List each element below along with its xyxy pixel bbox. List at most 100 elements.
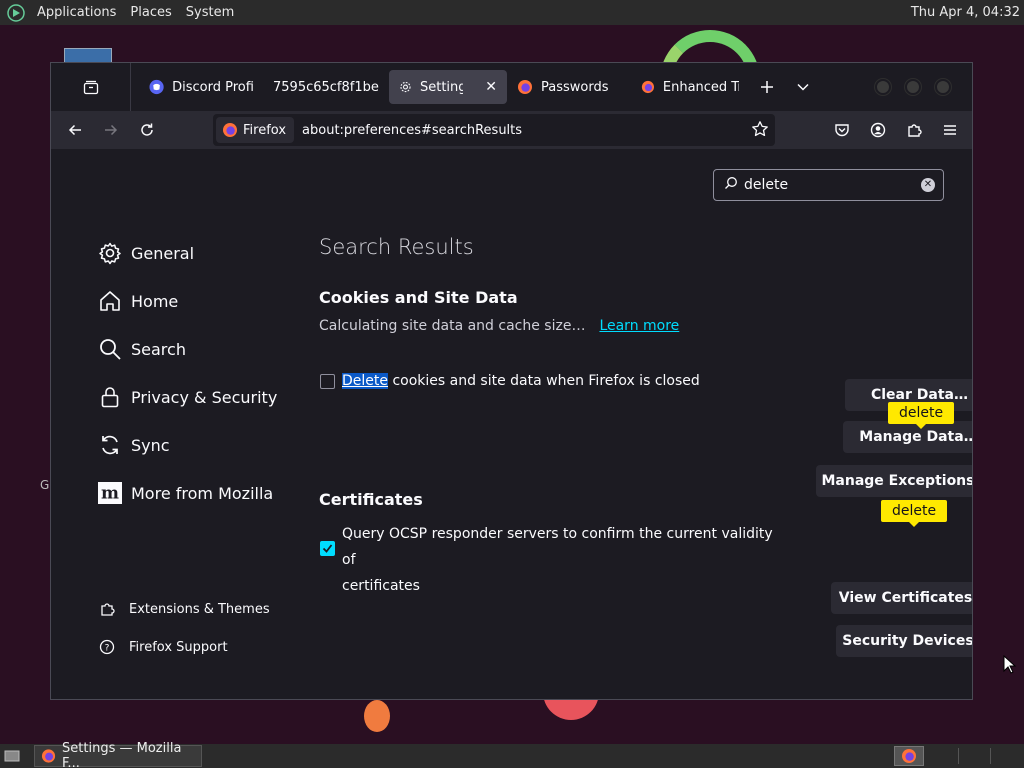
preferences-page: delete ✕ General Home Search Privacy & S… [51, 149, 972, 699]
help-icon: ? [97, 639, 117, 655]
tab-hash[interactable]: 7595c65cf8f1be1d [263, 70, 389, 104]
account-button[interactable] [860, 114, 896, 146]
gear-icon [400, 81, 411, 93]
menu-applications[interactable]: Applications [30, 0, 123, 25]
checkbox-label-rest: cookies and site data when Firefox is cl… [388, 373, 700, 389]
sidebar-item-privacy[interactable]: Privacy & Security [97, 373, 297, 421]
plus-icon [761, 81, 773, 93]
cookies-desc-text: Calculating site data and cache size… [319, 318, 586, 334]
sidebar-extensions-themes[interactable]: Extensions & Themes [97, 597, 297, 621]
tab-label: Discord Profil [172, 79, 253, 95]
search-match-tooltip: delete [881, 500, 948, 527]
minimize-button[interactable] [875, 79, 891, 95]
tab-discord[interactable]: Discord Profil [139, 70, 263, 104]
reload-button[interactable] [129, 114, 165, 146]
mozilla-icon: m [97, 480, 123, 506]
clock[interactable]: Thu Apr 4, 04:32 [911, 0, 1020, 25]
sidebar-item-search[interactable]: Search [97, 325, 297, 373]
sidebar-item-home[interactable]: Home [97, 277, 297, 325]
wallpaper-ball [364, 700, 390, 732]
close-tab-icon[interactable]: ✕ [485, 79, 497, 95]
url-text[interactable]: about:preferences#searchResults [302, 123, 522, 138]
ocsp-label-line2: certificates [342, 578, 420, 594]
window-controls [875, 79, 951, 95]
delete-cookies-on-close-option[interactable]: Delete cookies and site data when Firefo… [319, 368, 700, 394]
firefox-view-button[interactable] [51, 63, 131, 111]
reload-icon [141, 123, 153, 136]
sidebar-item-label: Sync [131, 435, 170, 455]
sidebar-item-label: Privacy & Security [131, 387, 278, 407]
ocsp-checkbox[interactable] [320, 541, 335, 556]
learn-more-link[interactable]: Learn more [599, 318, 679, 334]
firefox-icon [641, 80, 655, 94]
sidebar-item-sync[interactable]: Sync [97, 421, 297, 469]
back-arrow-icon [68, 124, 81, 136]
manage-exceptions-button[interactable]: Manage Exceptions… [816, 465, 972, 497]
identity-box[interactable]: Firefox [216, 117, 295, 143]
ocsp-label-line1: Query OCSP responder servers to confirm … [342, 526, 773, 568]
tab-enhanced-tracking[interactable]: Enhanced Tra [631, 70, 749, 104]
view-certificates-button[interactable]: View Certificates… [831, 582, 972, 614]
firefox-view-icon [83, 80, 98, 95]
menu-places[interactable]: Places [123, 0, 178, 25]
show-desktop-button[interactable] [0, 745, 24, 767]
sidebar-item-general[interactable]: General [97, 229, 297, 277]
home-icon [97, 288, 123, 314]
discord-icon [149, 79, 164, 95]
app-menu-button[interactable] [932, 114, 968, 146]
nav-bar: Firefox about:preferences#searchResults [51, 111, 972, 149]
pocket-button[interactable] [824, 114, 860, 146]
chevron-down-icon [797, 83, 809, 91]
account-icon [870, 122, 886, 138]
hamburger-menu-icon [944, 125, 956, 135]
sidebar-firefox-support[interactable]: ? Firefox Support [97, 635, 297, 659]
list-all-tabs-button[interactable] [785, 70, 821, 104]
distro-logo-icon[interactable] [6, 3, 26, 23]
extensions-button[interactable] [896, 114, 932, 146]
svg-text:m: m [101, 484, 119, 504]
workspace-divider [990, 748, 991, 764]
workspace-divider [958, 748, 959, 764]
maximize-button[interactable] [905, 79, 921, 95]
certificates-section-heading: Certificates [319, 490, 423, 509]
taskbar-task-label: Settings — Mozilla F... [62, 741, 182, 768]
page-title: Search Results [319, 235, 474, 259]
delete-cookies-checkbox[interactable] [320, 374, 335, 389]
puzzle-icon [97, 601, 117, 617]
forward-button[interactable] [93, 114, 129, 146]
sidebar-item-label: More from Mozilla [131, 483, 274, 503]
close-window-button[interactable] [935, 79, 951, 95]
checkbox-label: Query OCSP responder servers to confirm … [342, 521, 779, 599]
bottom-panel: Settings — Mozilla F... [0, 741, 1024, 768]
forward-arrow-icon [105, 124, 118, 136]
firefox-icon [41, 749, 56, 763]
puzzle-icon [908, 124, 922, 137]
ocsp-option[interactable]: Query OCSP responder servers to confirm … [319, 521, 779, 599]
firefox-icon [223, 123, 237, 137]
gear-icon [97, 240, 123, 266]
sync-icon [97, 432, 123, 458]
tab-passwords[interactable]: Passwords [507, 70, 631, 104]
workspace-switcher[interactable] [894, 746, 924, 766]
security-devices-button[interactable]: Security Devices… [836, 625, 972, 657]
menu-system[interactable]: System [179, 0, 241, 25]
firefox-icon [518, 80, 532, 94]
tab-settings[interactable]: Settings ✕ [389, 70, 507, 104]
mouse-cursor-icon [1003, 655, 1017, 674]
new-tab-button[interactable] [749, 70, 785, 104]
sidebar-footer-label: Firefox Support [129, 639, 228, 655]
top-panel: Applications Places System Thu Apr 4, 04… [0, 0, 1024, 25]
search-icon [97, 336, 123, 362]
cookies-section-heading: Cookies and Site Data [319, 288, 518, 307]
bookmark-star-icon[interactable] [751, 120, 769, 142]
url-bar[interactable]: Firefox about:preferences#searchResults [213, 114, 775, 146]
back-button[interactable] [57, 114, 93, 146]
taskbar-firefox-window[interactable]: Settings — Mozilla F... [34, 741, 202, 768]
lock-icon [97, 384, 123, 410]
manage-data-button[interactable]: Manage Data… [843, 421, 972, 453]
checkmark-icon [322, 544, 333, 553]
show-desktop-icon [4, 750, 20, 762]
sidebar-item-more-from-mozilla[interactable]: m More from Mozilla [97, 469, 297, 517]
search-results-pane: Search Results Cookies and Site Data Cal… [319, 149, 972, 699]
tab-label: Settings [419, 79, 463, 95]
